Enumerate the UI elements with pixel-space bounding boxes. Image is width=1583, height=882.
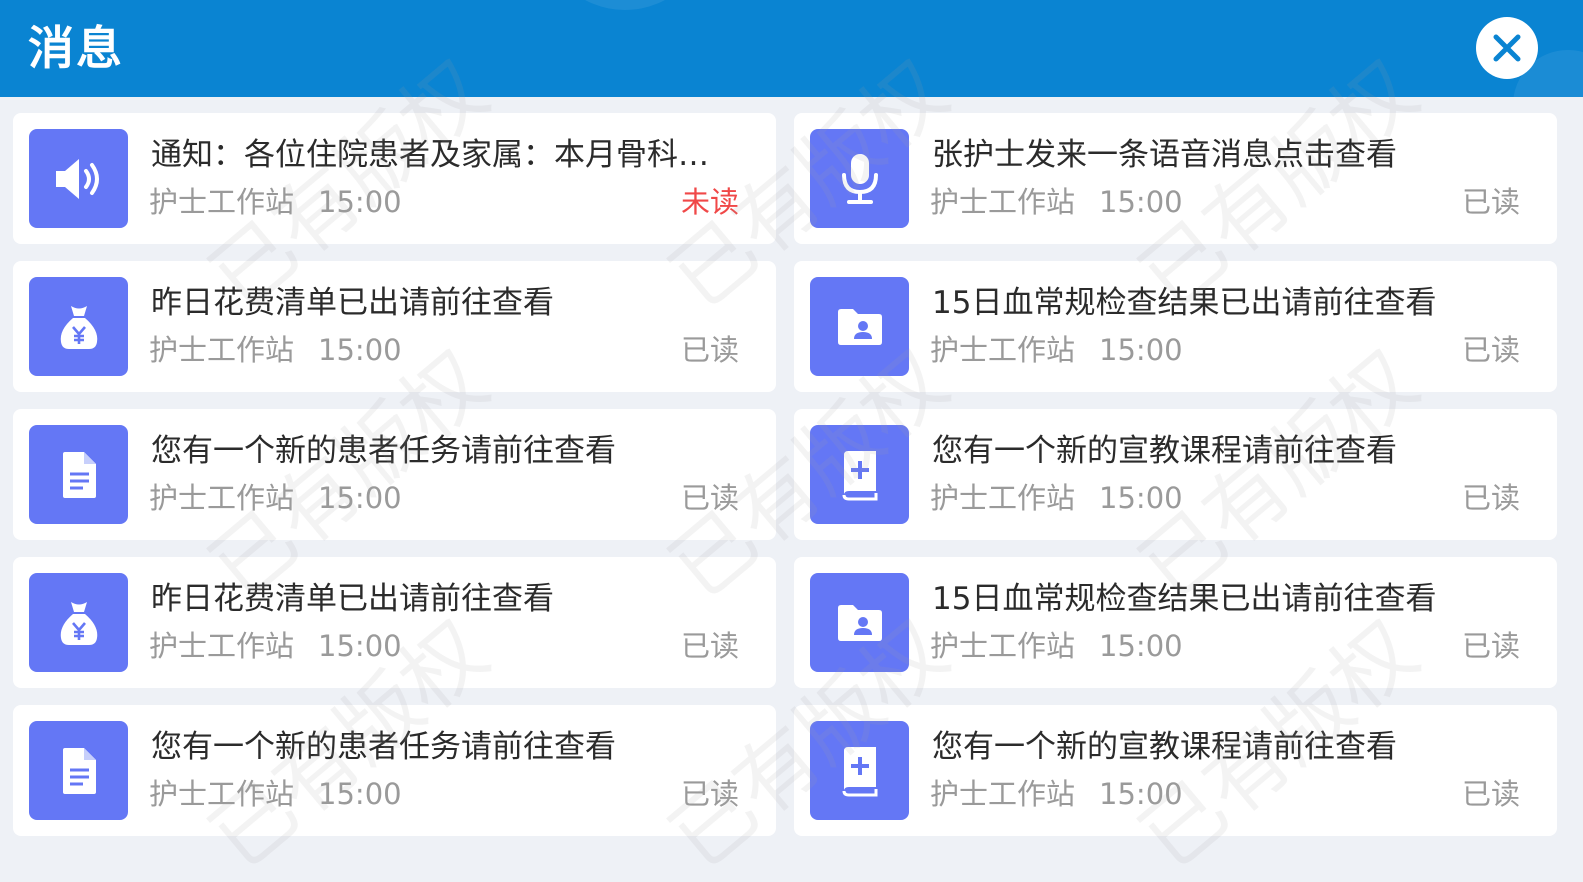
message-source: 护士工作站 [930,185,1076,219]
message-time: 15:00 [1099,481,1183,515]
message-title: 15日血常规检查结果已出请前往查看 [932,581,1437,617]
medical-book-icon [842,450,877,500]
message-source: 护士工作站 [930,777,1076,811]
message-status-read: 已读 [680,777,739,811]
message-status-read: 已读 [680,333,739,367]
message-time: 15:00 [1099,629,1183,663]
message-title: 您有一个新的宣教课程请前往查看 [932,433,1397,469]
message-card[interactable]: 通知：各位住院患者及家属：本月骨科… 护士工作站 15:00 未读 [13,113,776,244]
message-status-read: 已读 [680,481,739,515]
message-time: 15:00 [1099,333,1183,367]
message-meta: 护士工作站 15:00 [930,477,1183,519]
message-meta: 护士工作站 15:00 [930,329,1183,371]
patient-folder-icon [837,604,882,641]
message-meta: 护士工作站 15:00 [149,329,402,371]
message-status-unread: 未读 [680,185,739,219]
document-icon [62,451,96,498]
message-meta: 护士工作站 15:00 [149,773,402,815]
message-title: 张护士发来一条语音消息点击查看 [932,137,1397,173]
message-meta: 护士工作站 15:00 [149,477,402,519]
message-status-read: 已读 [1461,777,1520,811]
close-icon [1493,34,1521,62]
message-meta: 护士工作站 15:00 [930,773,1183,815]
message-time: 15:00 [318,481,402,515]
speaker-icon [55,158,99,199]
message-icon-box [29,721,128,820]
message-source: 护士工作站 [930,333,1076,367]
message-icon-box [29,425,128,524]
message-title: 您有一个新的宣教课程请前往查看 [932,729,1397,765]
message-source: 护士工作站 [149,777,295,811]
message-meta: 护士工作站 15:00 [930,181,1183,223]
money-bag-icon [60,601,97,645]
page-title: 消息 [28,21,124,75]
message-meta: 护士工作站 15:00 [930,625,1183,667]
message-icon-box [810,721,909,820]
message-title: 昨日花费清单已出请前往查看 [151,285,554,321]
message-time: 15:00 [1099,185,1183,219]
medical-book-icon [842,746,877,796]
message-icon-box [29,129,128,228]
microphone-icon [841,153,878,204]
message-status-read: 已读 [680,629,739,663]
message-card[interactable]: 昨日花费清单已出请前往查看 护士工作站 15:00 已读 [13,261,776,392]
message-card[interactable]: 张护士发来一条语音消息点击查看 护士工作站 15:00 已读 [794,113,1557,244]
message-card[interactable]: 您有一个新的宣教课程请前往查看 护士工作站 15:00 已读 [794,409,1557,540]
message-card[interactable]: 昨日花费清单已出请前往查看 护士工作站 15:00 已读 [13,557,776,688]
message-source: 护士工作站 [149,629,295,663]
message-list: 通知：各位住院患者及家属：本月骨科… 护士工作站 15:00 未读 张护士发来一条… [13,113,1574,836]
money-bag-icon [60,305,97,349]
message-title: 昨日花费清单已出请前往查看 [151,581,554,617]
message-source: 护士工作站 [149,333,295,367]
message-icon-box [29,277,128,376]
message-title: 您有一个新的患者任务请前往查看 [151,433,616,469]
message-icon-box [29,573,128,672]
message-time: 15:00 [318,185,402,219]
message-source: 护士工作站 [930,481,1076,515]
message-title: 通知：各位住院患者及家属：本月骨科… [151,137,709,173]
message-icon-box [810,573,909,672]
message-time: 15:00 [318,777,402,811]
message-title: 15日血常规检查结果已出请前往查看 [932,285,1437,321]
message-source: 护士工作站 [149,481,295,515]
header-decoration [540,0,710,10]
message-meta: 护士工作站 15:00 [149,625,402,667]
message-meta: 护士工作站 15:00 [149,181,402,223]
patient-folder-icon [837,308,882,345]
message-time: 15:00 [318,629,402,663]
document-icon [62,747,96,794]
message-card[interactable]: 您有一个新的宣教课程请前往查看 护士工作站 15:00 已读 [794,705,1557,836]
message-card[interactable]: 15日血常规检查结果已出请前往查看 护士工作站 15:00 已读 [794,261,1557,392]
message-status-read: 已读 [1461,185,1520,219]
message-status-read: 已读 [1461,333,1520,367]
message-source: 护士工作站 [930,629,1076,663]
message-card[interactable]: 您有一个新的患者任务请前往查看 护士工作站 15:00 已读 [13,409,776,540]
message-status-read: 已读 [1461,481,1520,515]
message-card[interactable]: 您有一个新的患者任务请前往查看 护士工作站 15:00 已读 [13,705,776,836]
message-icon-box [810,425,909,524]
message-title: 您有一个新的患者任务请前往查看 [151,729,616,765]
message-status-read: 已读 [1461,629,1520,663]
message-time: 15:00 [1099,777,1183,811]
message-icon-box [810,129,909,228]
header-bar: 消息 [0,0,1583,97]
message-icon-box [810,277,909,376]
close-button[interactable] [1476,17,1538,79]
message-time: 15:00 [318,333,402,367]
message-card[interactable]: 15日血常规检查结果已出请前往查看 护士工作站 15:00 已读 [794,557,1557,688]
message-source: 护士工作站 [149,185,295,219]
